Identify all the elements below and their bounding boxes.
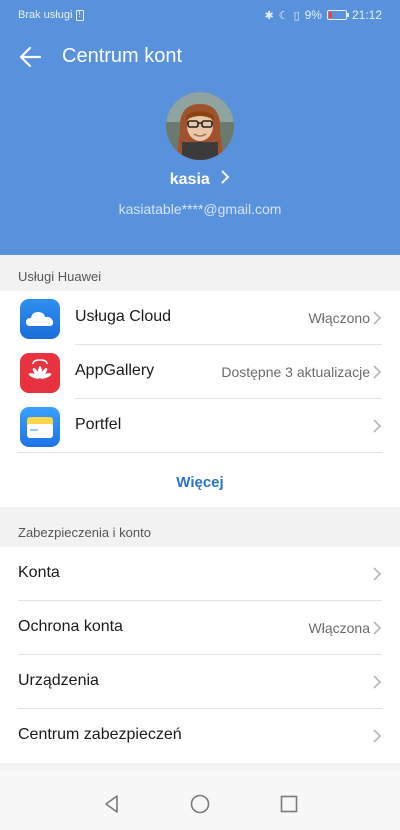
section-label-security: Zabezpieczenia i konto [18, 525, 151, 540]
clock: 21:12 [351, 8, 382, 22]
battery-percent: 9% [304, 8, 322, 22]
row-label: Urządzenia [18, 672, 99, 689]
appgallery-icon [20, 353, 60, 393]
account-email: kasiatable****@gmail.com [118, 201, 282, 217]
row-label: AppGallery [75, 362, 155, 379]
row-wallet[interactable]: Portfel [0, 399, 400, 453]
status-bar: Brak usługi ✱ ☾ ▯ 9% 21:12 [0, 0, 400, 30]
row-label: Usługa Cloud [75, 308, 172, 325]
row-value: Włączona [308, 620, 370, 636]
row-security-center[interactable]: Centrum zabezpieczeń [0, 709, 400, 763]
row-value: Dostępne 3 aktualizacje [221, 364, 370, 380]
chevron-right-icon [373, 567, 382, 581]
chevron-right-icon [373, 311, 382, 325]
sim-alert-icon [76, 9, 85, 21]
row-accounts[interactable]: Konta [0, 547, 400, 601]
row-devices[interactable]: Urządzenia [0, 655, 400, 709]
status-right: ✱ ☾ ▯ 9% 21:12 [264, 8, 382, 22]
chevron-right-icon [373, 621, 382, 635]
chevron-right-icon [373, 675, 382, 689]
username-text: kasia [169, 171, 210, 188]
wallet-icon [20, 407, 60, 447]
chevron-right-icon [373, 729, 382, 743]
row-label: Centrum zabezpieczeń [18, 726, 182, 743]
chevron-right-icon [220, 170, 230, 189]
chevron-right-icon [373, 365, 382, 379]
back-arrow-icon[interactable] [18, 44, 44, 70]
battery-icon [326, 10, 349, 20]
do-not-disturb-icon: ☾ [278, 9, 289, 22]
avatar[interactable] [166, 92, 234, 160]
row-appgallery[interactable]: AppGallery Dostępne 3 aktualizacje [0, 345, 400, 399]
row-label: Konta [18, 564, 60, 581]
cloud-icon [20, 299, 60, 339]
row-label: Ochrona konta [18, 618, 123, 635]
username-link[interactable]: kasia [0, 170, 400, 189]
carrier-text: Brak usługi [18, 9, 73, 21]
divider [18, 452, 382, 453]
vibrate-icon: ▯ [293, 9, 300, 22]
more-button[interactable]: Więcej [0, 463, 400, 503]
section-label-huawei-services: Usługi Huawei [18, 269, 102, 284]
chevron-right-icon [373, 419, 382, 433]
status-left: Brak usługi [18, 9, 85, 21]
row-account-protection[interactable]: Ochrona konta Włączona [0, 601, 400, 655]
account-header: Brak usługi ✱ ☾ ▯ 9% 21:12 Centrum kont [0, 0, 400, 255]
back-triangle-icon[interactable] [100, 792, 124, 816]
recents-square-icon[interactable] [277, 792, 301, 816]
page-title: Centrum kont [62, 45, 183, 67]
system-nav-bar [0, 770, 400, 830]
row-cloud-service[interactable]: Usługa Cloud Włączono [0, 291, 400, 345]
security-card: Konta Ochrona konta Włączona Urządzenia … [0, 547, 400, 763]
home-circle-icon[interactable] [188, 792, 212, 816]
row-label: Portfel [75, 416, 122, 433]
bluetooth-icon: ✱ [264, 9, 274, 22]
row-value: Włączono [308, 310, 370, 326]
